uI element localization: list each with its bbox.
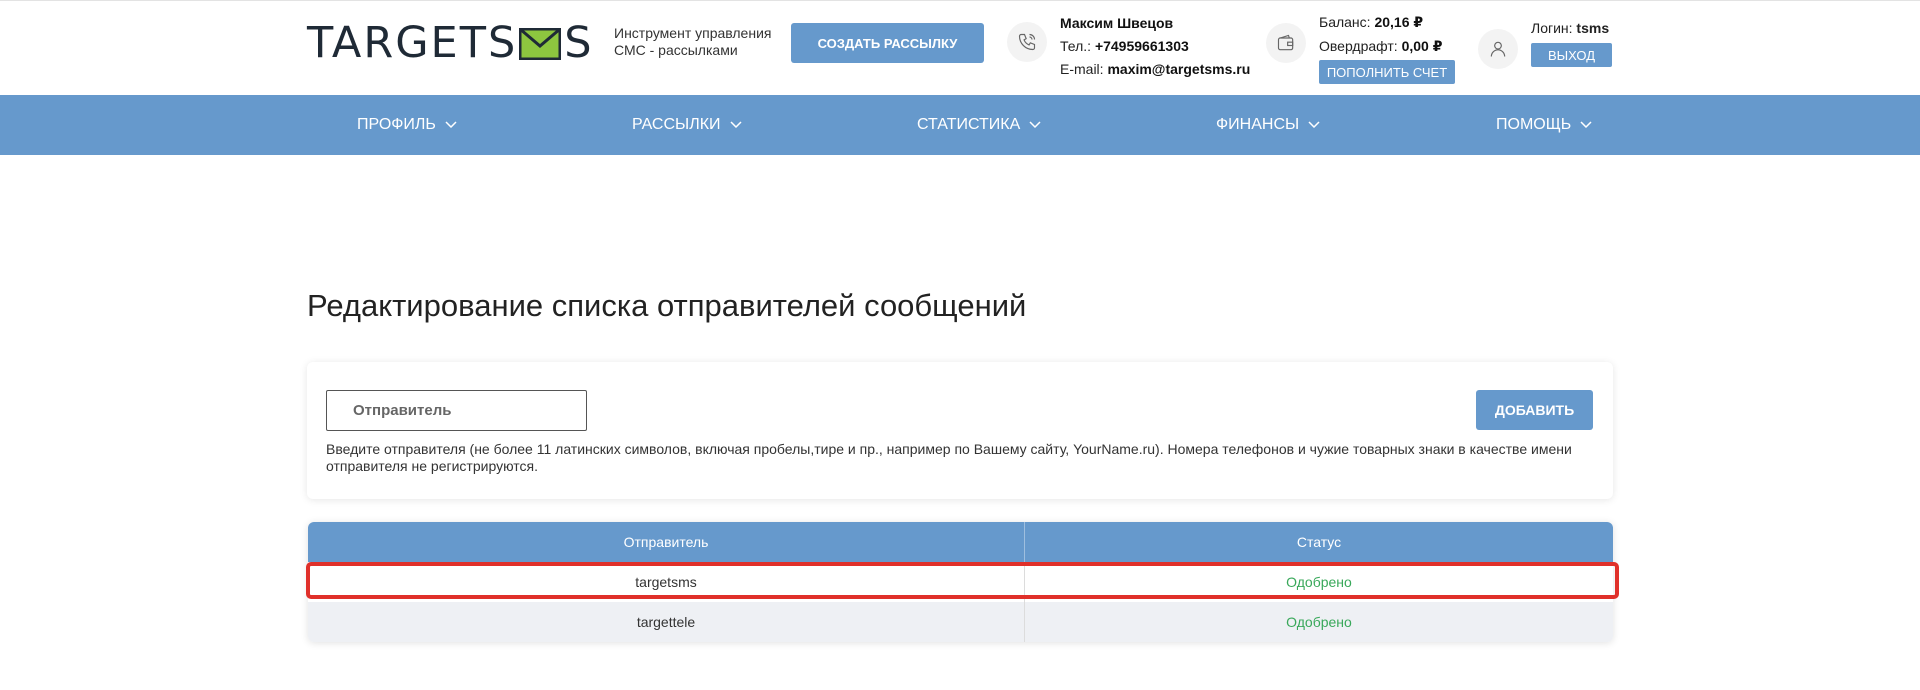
login-info: Логин: tsms	[1531, 16, 1609, 40]
contact-info: Максим Швецов Тел.: +74959661303 E-mail:…	[1060, 12, 1250, 81]
nav-item-label: РАССЫЛКИ	[632, 116, 721, 133]
logo-text-left: TARGETS	[307, 18, 518, 68]
logo-text-right: S	[564, 18, 594, 68]
contact-email[interactable]: maxim@targetsms.ru	[1107, 61, 1250, 77]
balance-label: Баланс:	[1319, 14, 1371, 30]
chevron-down-icon	[1580, 121, 1592, 129]
nav-item-finance[interactable]: ФИНАНСЫ	[1216, 95, 1320, 155]
sender-input[interactable]	[326, 390, 587, 431]
phone-label: Тел.:	[1060, 38, 1092, 54]
table-header: Отправитель Статус	[308, 522, 1613, 562]
contact-phone: +74959661303	[1094, 38, 1189, 54]
targetsms-logo[interactable]: TARGETS S	[307, 18, 594, 68]
top-header: TARGETS S Инструмент управления СМС - ра…	[0, 0, 1920, 95]
nav-item-help[interactable]: ПОМОЩЬ	[1496, 95, 1592, 155]
wallet-icon	[1266, 23, 1306, 63]
chevron-down-icon	[445, 121, 457, 129]
tagline: Инструмент управления СМС - рассылками	[614, 25, 772, 58]
sender-cell: targettele	[308, 602, 1025, 642]
envelope-icon	[519, 28, 562, 60]
balance-info: Баланс: 20,16 ₽ Овердрафт: 0,00 ₽	[1319, 10, 1442, 58]
nav-item-label: ПРОФИЛЬ	[357, 116, 436, 133]
phone-icon	[1007, 22, 1047, 62]
add-sender-button[interactable]: ДОБАВИТЬ	[1476, 390, 1593, 430]
chevron-down-icon	[1029, 121, 1041, 129]
topup-button[interactable]: ПОПОЛНИТЬ СЧЕТ	[1319, 60, 1455, 84]
senders-table: Отправитель Статус targetsms Одобрено ta…	[308, 522, 1613, 642]
balance-value: 20,16 ₽	[1374, 14, 1424, 30]
main-navigation: ПРОФИЛЬ РАССЫЛКИ СТАТИСТИКА ФИНАНСЫ ПОМО…	[0, 95, 1920, 155]
status-cell: Одобрено	[1286, 574, 1352, 590]
chevron-down-icon	[1308, 121, 1320, 129]
user-icon	[1478, 29, 1518, 69]
status-cell: Одобрено	[1286, 614, 1352, 630]
nav-item-mailings[interactable]: РАССЫЛКИ	[632, 95, 742, 155]
create-mailing-button[interactable]: СОЗДАТЬ РАССЫЛКУ	[791, 23, 984, 63]
sender-hint: Введите отправителя (не более 11 латинск…	[326, 441, 1572, 474]
sender-cell: targetsms	[308, 562, 1025, 602]
nav-item-statistics[interactable]: СТАТИСТИКА	[917, 95, 1041, 155]
nav-item-label: СТАТИСТИКА	[917, 116, 1021, 133]
add-sender-card: ДОБАВИТЬ Введите отправителя (не более 1…	[307, 362, 1613, 499]
email-label: E-mail:	[1060, 61, 1104, 77]
nav-item-label: ФИНАНСЫ	[1216, 116, 1300, 133]
overdraft-value: 0,00 ₽	[1401, 38, 1443, 54]
login-label: Логин:	[1531, 20, 1573, 36]
nav-item-label: ПОМОЩЬ	[1496, 116, 1572, 133]
logout-button[interactable]: ВЫХОД	[1531, 43, 1612, 67]
chevron-down-icon	[729, 121, 742, 129]
column-header-sender: Отправитель	[308, 522, 1025, 562]
contact-name: Максим Швецов	[1060, 15, 1174, 31]
table-row[interactable]: targettele Одобрено	[308, 602, 1613, 642]
login-value: tsms	[1576, 20, 1610, 36]
nav-item-profile[interactable]: ПРОФИЛЬ	[357, 95, 457, 155]
table-row[interactable]: targetsms Одобрено	[308, 562, 1613, 602]
page-title: Редактирование списка отправителей сообщ…	[307, 288, 1027, 323]
column-header-status: Статус	[1296, 534, 1342, 550]
overdraft-label: Овердрафт:	[1319, 38, 1398, 54]
